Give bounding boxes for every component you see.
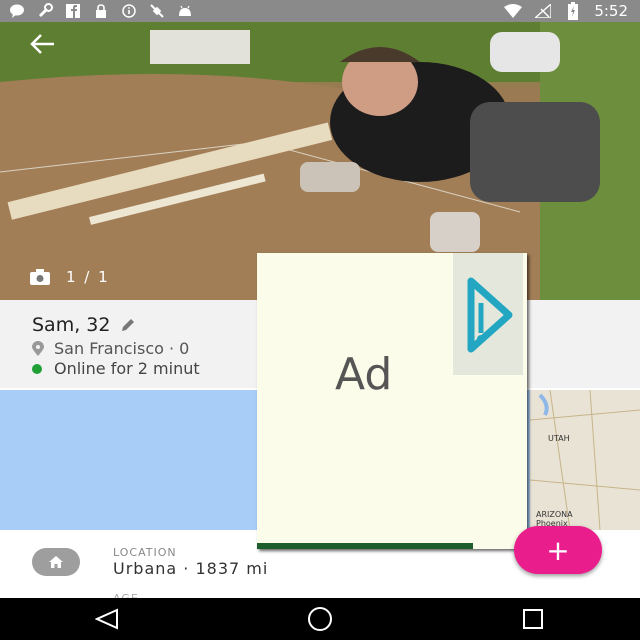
signal-off-icon (534, 3, 552, 19)
nav-home-icon (307, 607, 332, 631)
ad-overlay[interactable]: Ad (257, 253, 527, 549)
navigation-bar (0, 598, 640, 640)
notification-icons (0, 3, 194, 19)
clock: 5:52 (594, 2, 628, 20)
online-status-text: Online for 2 minut (54, 359, 200, 378)
system-icons: 5:52 (504, 2, 640, 20)
message-icon (8, 3, 26, 19)
online-dot-icon (32, 363, 42, 374)
name-age-text: Sam, 32 (32, 314, 111, 336)
plus-icon: + (546, 533, 570, 567)
location-label: LOCATION (113, 546, 177, 559)
online-status: Online for 2 minut (32, 359, 200, 378)
arrow-back-icon (30, 34, 54, 54)
nav-recents-icon (523, 609, 544, 629)
status-bar: 5:52 (0, 0, 640, 22)
satellite-icon (148, 3, 166, 19)
android-icon (176, 3, 194, 19)
edit-pencil-icon[interactable] (120, 317, 136, 333)
ad-choices-icon (467, 277, 513, 353)
map-land: UTAH ARIZONA Phoenix (529, 390, 640, 530)
facebook-icon (64, 3, 82, 19)
profile-name: Sam, 32 (32, 314, 136, 336)
location-pin-icon (32, 340, 44, 356)
home-icon-badge (32, 548, 80, 576)
home-icon (49, 556, 63, 568)
nav-home-button[interactable] (300, 599, 340, 639)
back-button[interactable] (28, 32, 60, 60)
map-roads (529, 390, 640, 530)
add-fab-button[interactable]: + (514, 526, 602, 574)
map-label-utah: UTAH (548, 434, 570, 443)
wrench-icon (36, 3, 54, 19)
nav-back-button[interactable] (87, 599, 127, 639)
ad-choices-button[interactable] (453, 253, 523, 375)
ad-progress-bar (257, 543, 473, 549)
wifi-icon (504, 3, 523, 19)
nav-back-icon (94, 608, 118, 630)
photo-counter: 1 / 1 (30, 268, 110, 286)
map-label-arizona: ARIZONA (536, 510, 573, 519)
battery-charging-icon (564, 2, 582, 20)
profile-location: San Francisco · 0 (32, 339, 189, 358)
location-distance-text: San Francisco · 0 (54, 339, 190, 358)
nav-recents-button[interactable] (513, 599, 553, 639)
location-value: Urbana · 1837 mi (113, 559, 269, 578)
camera-icon (30, 269, 50, 285)
ad-label: Ad (335, 349, 393, 400)
lock-icon (92, 3, 110, 19)
photo-counter-text: 1 / 1 (66, 268, 110, 286)
info-icon (120, 3, 138, 19)
